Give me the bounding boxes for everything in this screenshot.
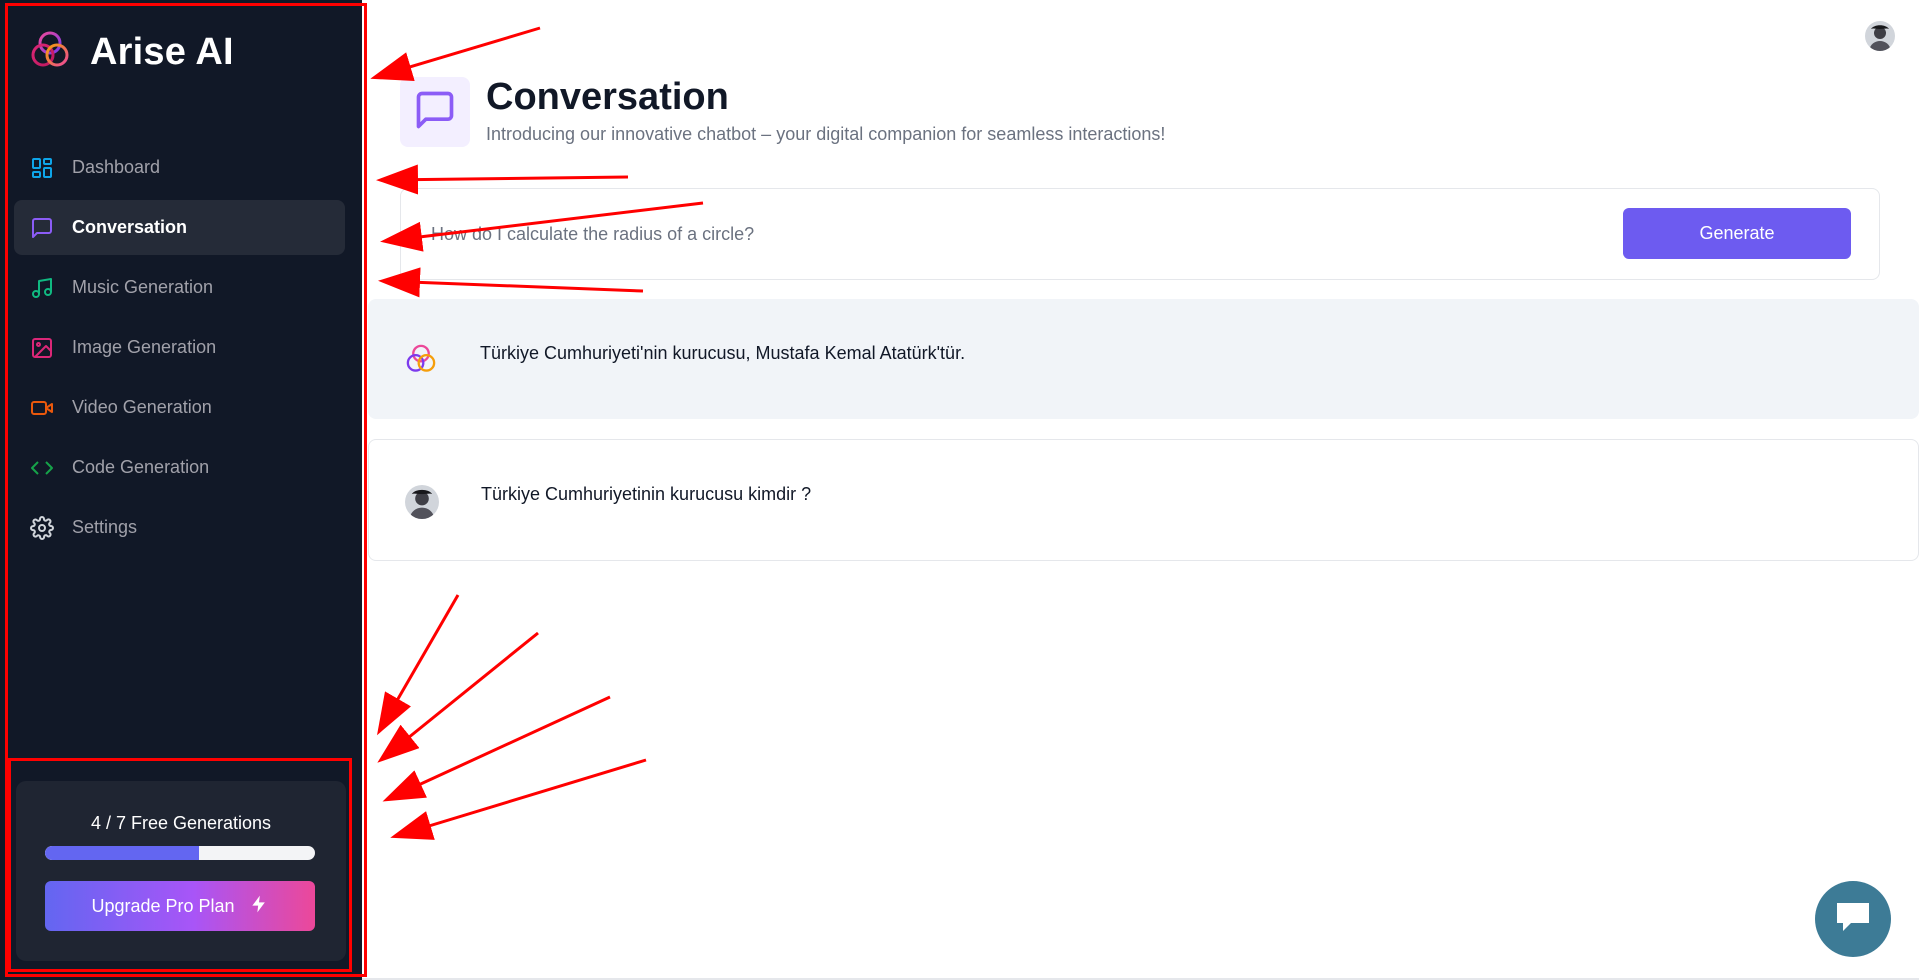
sidebar-item-code-generation[interactable]: Code Generation bbox=[14, 440, 345, 495]
generations-progress-bar bbox=[45, 846, 315, 860]
video-icon bbox=[30, 396, 54, 420]
page-title: Conversation bbox=[486, 76, 729, 118]
sidebar-item-label: Image Generation bbox=[72, 337, 217, 357]
generations-progress-fill bbox=[45, 846, 199, 860]
user-avatar[interactable] bbox=[1865, 21, 1895, 51]
message-text: Türkiye Cumhuriyeti'nin kurucusu, Mustaf… bbox=[480, 343, 966, 363]
message-text: Türkiye Cumhuriyetinin kurucusu kimdir ? bbox=[481, 484, 812, 504]
sidebar-item-label: Conversation bbox=[72, 217, 188, 237]
brand-name: Arise AI bbox=[90, 31, 234, 73]
annotation-arrow bbox=[378, 267, 644, 298]
prompt-input[interactable] bbox=[431, 216, 1531, 252]
sidebar-item-label: Video Generation bbox=[72, 397, 212, 417]
conversation-header-icon bbox=[400, 77, 470, 147]
annotation-arrow bbox=[382, 695, 611, 802]
sidebar-item-image-generation[interactable]: Image Generation bbox=[14, 320, 345, 375]
chat-bubble-icon bbox=[1833, 899, 1873, 940]
sidebar-item-label: Music Generation bbox=[72, 277, 214, 297]
generate-button[interactable]: Generate bbox=[1623, 208, 1851, 259]
sidebar-item-conversation[interactable]: Conversation bbox=[14, 200, 345, 255]
music-icon bbox=[30, 276, 54, 300]
lightning-icon bbox=[249, 894, 269, 919]
user-message: Türkiye Cumhuriyetinin kurucusu kimdir ? bbox=[368, 439, 1919, 561]
free-generations-text: 4 / 7 Free Generations bbox=[90, 813, 272, 833]
dashboard-icon bbox=[30, 156, 54, 180]
free-generations-card: 4 / 7 Free Generations Upgrade Pro Plan bbox=[16, 781, 346, 961]
sidebar-item-label: Dashboard bbox=[72, 157, 161, 177]
annotation-arrow bbox=[370, 26, 541, 82]
sidebar-item-music-generation[interactable]: Music Generation bbox=[14, 260, 345, 315]
upgrade-button-label: Upgrade Pro Plan bbox=[91, 895, 235, 916]
annotation-arrow bbox=[377, 631, 539, 763]
sidebar-nav: Dashboard Conversation Music Generation bbox=[14, 140, 345, 560]
code-icon bbox=[30, 456, 54, 480]
sidebar: Arise AI Dashboard Conversation Music Ge… bbox=[0, 0, 362, 980]
user-avatar bbox=[405, 485, 439, 519]
chat-icon bbox=[30, 216, 54, 240]
sidebar-item-video-generation[interactable]: Video Generation bbox=[14, 380, 345, 435]
chat-icon bbox=[413, 88, 457, 137]
prompt-form: Generate bbox=[400, 188, 1880, 280]
gear-icon bbox=[30, 515, 54, 540]
annotation-arrow bbox=[390, 758, 647, 840]
sidebar-item-settings[interactable]: Settings bbox=[14, 500, 345, 555]
sidebar-item-dashboard[interactable]: Dashboard bbox=[14, 140, 345, 195]
sidebar-item-label: Code Generation bbox=[72, 457, 210, 477]
sidebar-item-label: Settings bbox=[72, 517, 138, 537]
app-window: Arise AI Dashboard Conversation Music Ge… bbox=[0, 0, 1919, 980]
bot-avatar-icon bbox=[404, 342, 438, 376]
support-chat-button[interactable] bbox=[1815, 881, 1891, 957]
logo-icon bbox=[28, 28, 72, 77]
image-icon bbox=[30, 336, 54, 360]
annotation-arrow bbox=[376, 164, 629, 195]
page-subtitle: Introducing our innovative chatbot – you… bbox=[486, 124, 1166, 144]
assistant-message: Türkiye Cumhuriyeti'nin kurucusu, Mustaf… bbox=[368, 299, 1919, 419]
brand[interactable]: Arise AI bbox=[28, 28, 234, 77]
annotation-arrow bbox=[376, 594, 460, 736]
upgrade-pro-button[interactable]: Upgrade Pro Plan bbox=[45, 881, 315, 931]
